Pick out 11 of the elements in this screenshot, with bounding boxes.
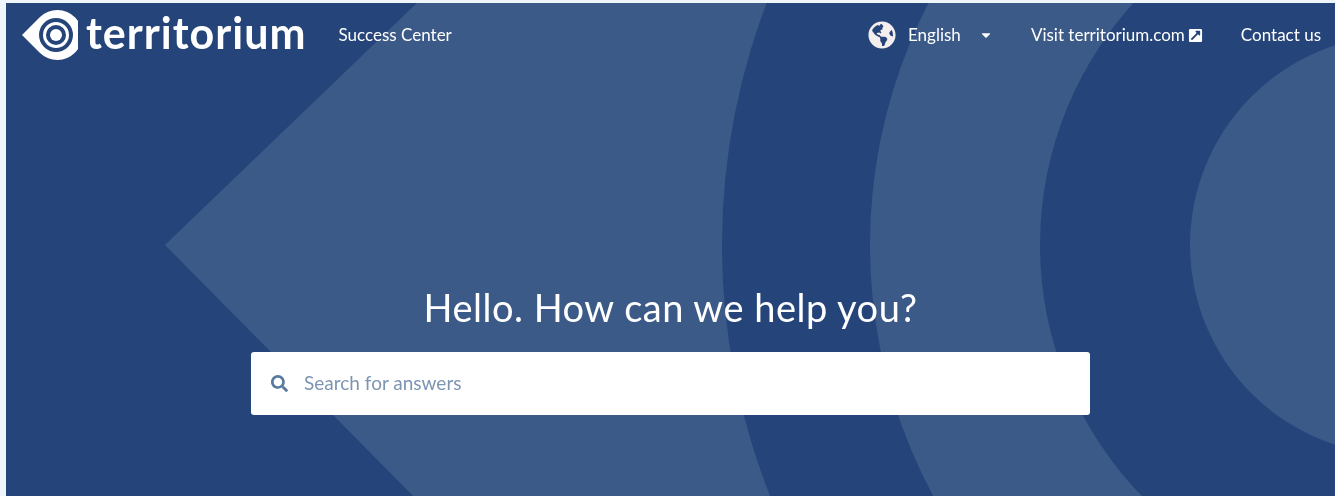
search-field[interactable]: Search for answers <box>304 369 1090 398</box>
success-center-link[interactable]: Success Center <box>338 22 452 48</box>
external-link[interactable]: Visit territorium.com <box>1030 22 1203 48</box>
eye-logo-icon <box>20 9 78 61</box>
search-icon <box>271 375 288 392</box>
language-selector[interactable]: English <box>868 21 993 49</box>
contact-link[interactable]: Contact us <box>1240 22 1321 48</box>
globe-icon <box>868 21 896 49</box>
external-link-icon <box>1187 27 1203 43</box>
search-bar[interactable]: Search for answers <box>251 352 1090 415</box>
logo-wordmark[interactable]: territorium <box>86 10 307 54</box>
